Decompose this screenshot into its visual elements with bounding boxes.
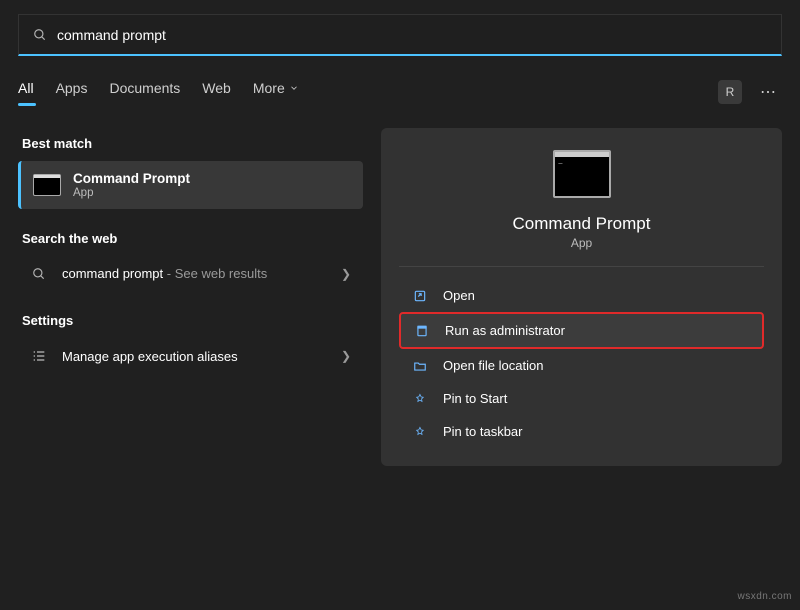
action-open[interactable]: Open	[399, 279, 764, 312]
tab-documents[interactable]: Documents	[109, 80, 180, 104]
watermark: wsxdn.com	[737, 591, 792, 602]
preview-panel: Command Prompt App Open Run as administr…	[381, 128, 782, 466]
tabs-row: All Apps Documents Web More R ⋯	[18, 74, 782, 110]
settings-list-icon	[30, 348, 48, 364]
preview-title: Command Prompt	[513, 214, 651, 234]
action-pin-to-taskbar[interactable]: Pin to taskbar	[399, 415, 764, 448]
search-input[interactable]	[57, 27, 767, 43]
best-match-subtitle: App	[73, 187, 190, 199]
open-icon	[411, 289, 429, 303]
search-bar[interactable]	[18, 14, 782, 56]
search-web-item[interactable]: command prompt - See web results ❯	[18, 256, 363, 291]
tab-apps[interactable]: Apps	[56, 80, 88, 104]
results-panel: Best match Command Prompt App Search the…	[18, 128, 363, 466]
pin-icon	[411, 392, 429, 406]
tab-all[interactable]: All	[18, 80, 34, 104]
search-icon	[30, 267, 48, 281]
user-avatar[interactable]: R	[718, 80, 742, 104]
action-label: Pin to Start	[443, 391, 507, 406]
best-match-heading: Best match	[22, 136, 363, 151]
shield-icon	[413, 324, 431, 338]
tab-more-label: More	[253, 80, 285, 96]
chevron-right-icon: ❯	[341, 349, 351, 363]
chevron-down-icon	[289, 83, 299, 93]
settings-item-label: Manage app execution aliases	[62, 349, 341, 364]
tab-web[interactable]: Web	[202, 80, 231, 104]
best-match-item[interactable]: Command Prompt App	[18, 161, 363, 209]
settings-item-aliases[interactable]: Manage app execution aliases ❯	[18, 338, 363, 374]
more-options-button[interactable]: ⋯	[756, 82, 782, 102]
best-match-title: Command Prompt	[73, 171, 190, 186]
command-prompt-icon	[33, 174, 61, 196]
chevron-right-icon: ❯	[341, 267, 351, 281]
search-icon	[33, 28, 47, 42]
tab-more[interactable]: More	[253, 80, 299, 104]
action-label: Open file location	[443, 358, 543, 373]
action-pin-to-start[interactable]: Pin to Start	[399, 382, 764, 415]
folder-icon	[411, 359, 429, 373]
action-label: Pin to taskbar	[443, 424, 523, 439]
search-web-text: command prompt - See web results	[62, 266, 341, 281]
action-run-as-administrator[interactable]: Run as administrator	[399, 312, 764, 349]
search-web-heading: Search the web	[22, 231, 363, 246]
pin-icon	[411, 425, 429, 439]
action-label: Run as administrator	[445, 323, 565, 338]
preview-subtitle: App	[571, 236, 592, 250]
settings-heading: Settings	[22, 313, 363, 328]
action-label: Open	[443, 288, 475, 303]
command-prompt-icon	[553, 150, 611, 198]
action-open-file-location[interactable]: Open file location	[399, 349, 764, 382]
